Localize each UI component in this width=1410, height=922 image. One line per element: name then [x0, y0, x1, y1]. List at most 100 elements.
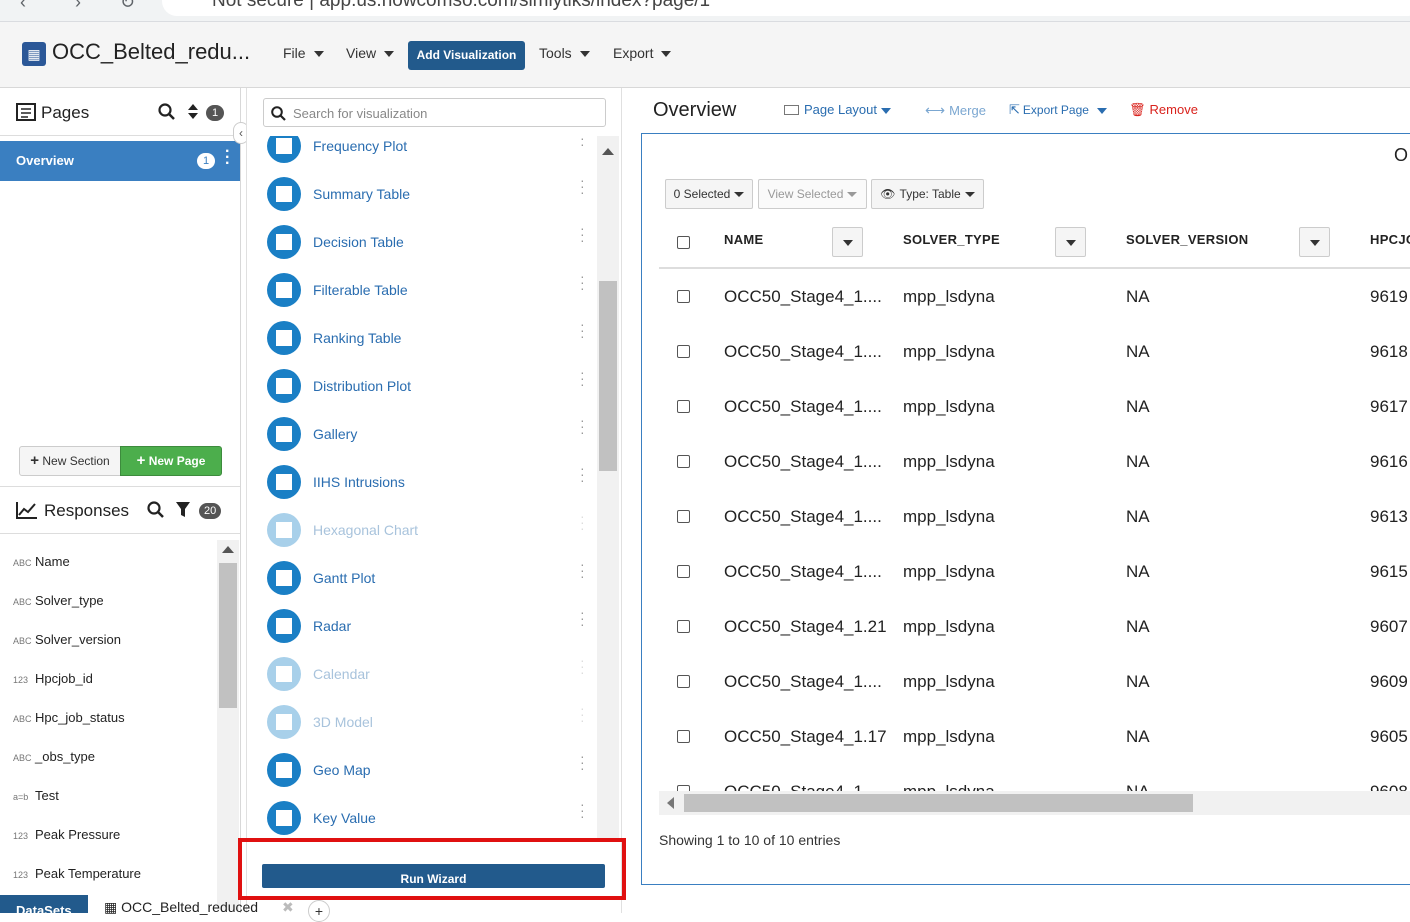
dataset-tab[interactable]: ▦ OCC_Belted_reduced [104, 899, 258, 916]
visualization-item[interactable]: Geo Map · · · [267, 749, 587, 793]
export-menu[interactable]: Export [613, 45, 672, 61]
visualization-list-inner: Frequency Plot··· Summary Table···Decisio… [247, 136, 597, 841]
scroll-up-arrow-icon[interactable] [602, 148, 614, 155]
column-header-solver-type[interactable]: SOLVER_TYPE [903, 232, 1000, 247]
kebab-menu-icon[interactable]: ··· [580, 653, 586, 679]
column-header-name[interactable]: NAME [724, 232, 763, 247]
merge-button[interactable]: ⟷ Merge [925, 102, 986, 119]
response-item[interactable]: a=b Test [13, 788, 59, 803]
new-page-button[interactable]: + New Page [120, 446, 222, 476]
row-checkbox[interactable] [677, 510, 690, 523]
filter-icon[interactable] [176, 502, 190, 517]
column-name-menu-button[interactable] [832, 227, 863, 257]
row-checkbox[interactable] [677, 675, 690, 688]
table-row[interactable]: OCC50_Stage4_1.21 mpp_lsdyna NA 9607 [659, 600, 1410, 655]
response-item[interactable]: ABC Solver_version [13, 632, 121, 647]
table-row[interactable]: OCC50_Stage4_1.... mpp_lsdyna NA 9618 [659, 325, 1410, 380]
address-bar[interactable]: Not secure | app.us.nowcomso.com/simlyti… [162, 0, 1410, 16]
column-header-solver-version[interactable]: SOLVER_VERSION [1126, 232, 1248, 247]
view-selected-dropdown[interactable]: View Selected [758, 179, 867, 209]
kebab-menu-icon[interactable]: ··· [580, 509, 586, 535]
export-page-button[interactable]: ⇱ Export Page [1009, 102, 1107, 118]
back-icon[interactable]: ‹ [20, 0, 26, 13]
response-item[interactable]: ABC Solver_type [13, 593, 104, 608]
row-checkbox[interactable] [677, 565, 690, 578]
response-item[interactable]: 123 Hpcjob_id [13, 671, 93, 686]
scroll-left-arrow-icon[interactable] [667, 797, 674, 809]
page-layout-button[interactable]: Page Layout [784, 102, 892, 117]
kebab-menu-icon[interactable]: ··· [580, 797, 586, 823]
row-checkbox[interactable] [677, 620, 690, 633]
visualization-item[interactable]: IIHS Intrusions · · · [267, 461, 587, 505]
kebab-menu-icon[interactable]: ··· [580, 221, 586, 247]
forward-icon[interactable]: › [75, 0, 81, 13]
table-row[interactable]: OCC50_Stage4_1.... mpp_lsdyna NA 9613 [659, 490, 1410, 545]
visualization-scrollbar-track[interactable] [597, 136, 619, 841]
visualization-item[interactable]: Decision Table · · · [267, 221, 587, 265]
search-icon[interactable] [147, 501, 164, 518]
kebab-menu-icon[interactable]: ··· [580, 136, 586, 151]
column-header-hpcjob-id[interactable]: HPCJO [1370, 232, 1410, 247]
visualization-item[interactable]: Gantt Plot · · · [267, 557, 587, 601]
table-row[interactable]: OCC50_Stage4_1.... mpp_lsdyna NA 9609 [659, 655, 1410, 710]
kebab-menu-icon[interactable]: ··· [225, 144, 231, 172]
kebab-menu-icon[interactable]: ··· [580, 605, 586, 631]
visualization-item[interactable]: Key Value · · · [267, 797, 587, 841]
table-row[interactable]: OCC50_Stage4_1.... mpp_lsdyna NA 9608 [659, 765, 1410, 791]
column-solver-type-menu-button[interactable] [1055, 227, 1086, 257]
row-checkbox[interactable] [677, 290, 690, 303]
close-icon[interactable]: ✖ [282, 899, 294, 916]
file-menu[interactable]: File [283, 45, 324, 61]
new-section-button[interactable]: + New Section [19, 446, 121, 476]
visualization-item[interactable]: Ranking Table · · · [267, 317, 587, 361]
visualization-item[interactable]: Filterable Table · · · [267, 269, 587, 313]
add-tab-icon[interactable]: + [308, 900, 330, 922]
tools-menu[interactable]: Tools [539, 45, 590, 61]
remove-button[interactable]: 🗑 Remove [1129, 102, 1198, 118]
visualization-item[interactable]: Frequency Plot ··· [267, 136, 587, 169]
selected-dropdown[interactable]: 0 Selected [665, 179, 753, 209]
response-item[interactable]: 123 Peak Temperature [13, 866, 141, 881]
select-all-checkbox[interactable] [677, 236, 690, 249]
add-visualization-button[interactable]: Add Visualization [408, 41, 525, 70]
table-row[interactable]: OCC50_Stage4_1.... mpp_lsdyna NA 9615 [659, 545, 1410, 600]
visualization-item[interactable]: Summary Table · · · [267, 173, 587, 217]
response-item[interactable]: ABC Hpc_job_status [13, 710, 125, 725]
datasets-tab[interactable]: DataSets [0, 895, 88, 913]
reload-icon[interactable]: ↻ [120, 0, 135, 13]
sort-icon[interactable] [187, 103, 199, 120]
kebab-menu-icon[interactable]: ··· [580, 269, 586, 295]
responses-scrollbar-thumb[interactable] [219, 563, 237, 708]
kebab-menu-icon[interactable]: ··· [580, 173, 586, 199]
kebab-menu-icon[interactable]: ··· [580, 557, 586, 583]
response-item[interactable]: ABC _obs_type [13, 749, 95, 764]
table-horizontal-scrollbar-thumb[interactable] [684, 794, 1193, 812]
response-item[interactable]: ABC Name [13, 554, 70, 569]
scroll-up-arrow-icon[interactable] [222, 546, 234, 553]
view-menu[interactable]: View [346, 45, 395, 61]
search-icon[interactable] [158, 103, 175, 120]
table-row[interactable]: OCC50_Stage4_1.... mpp_lsdyna NA 9616 [659, 435, 1410, 490]
kebab-menu-icon[interactable]: ··· [580, 461, 586, 487]
page-item-overview[interactable]: Overview 1 · · · [0, 141, 240, 181]
visualization-item[interactable]: Gallery · · · [267, 413, 587, 457]
row-checkbox[interactable] [677, 730, 690, 743]
response-item[interactable]: 123 Peak Pressure [13, 827, 120, 842]
visualization-item[interactable]: Radar · · · [267, 605, 587, 649]
kebab-menu-icon[interactable]: ··· [580, 317, 586, 343]
visualization-search-input[interactable]: Search for visualization [263, 98, 606, 127]
column-solver-version-menu-button[interactable] [1299, 227, 1330, 257]
table-row[interactable]: OCC50_Stage4_1.... mpp_lsdyna NA 9619 [659, 270, 1410, 325]
kebab-menu-icon[interactable]: ··· [580, 365, 586, 391]
table-row[interactable]: OCC50_Stage4_1.... mpp_lsdyna NA 9617 [659, 380, 1410, 435]
kebab-menu-icon[interactable]: ··· [580, 701, 586, 727]
table-row[interactable]: OCC50_Stage4_1.17 mpp_lsdyna NA 9605 [659, 710, 1410, 765]
kebab-menu-icon[interactable]: ··· [580, 749, 586, 775]
visualization-item[interactable]: Distribution Plot · · · [267, 365, 587, 409]
row-checkbox[interactable] [677, 400, 690, 413]
kebab-menu-icon[interactable]: ··· [580, 413, 586, 439]
row-checkbox[interactable] [677, 455, 690, 468]
visualization-scrollbar-thumb[interactable] [599, 281, 617, 471]
type-dropdown[interactable]: 👁 Type: Table [871, 179, 984, 209]
row-checkbox[interactable] [677, 345, 690, 358]
